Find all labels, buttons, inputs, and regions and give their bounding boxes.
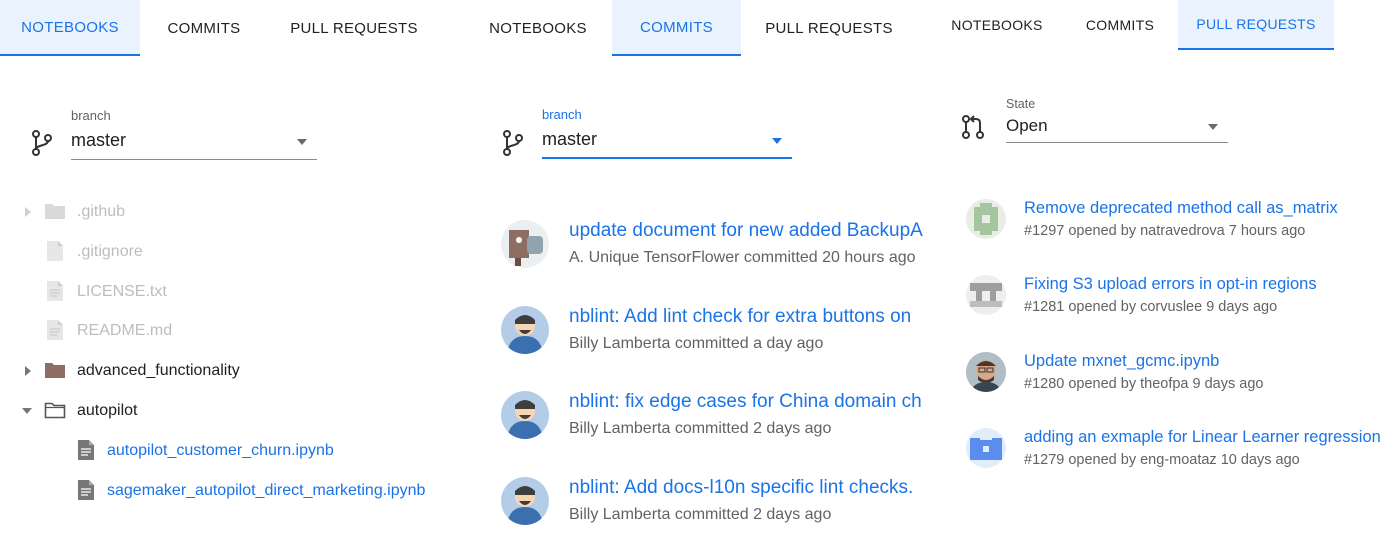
commit-title[interactable]: nblint: Add lint check for extra buttons… — [569, 306, 930, 328]
branch-select[interactable]: master — [71, 126, 317, 160]
tab-bar: NOTEBOOKS COMMITS PULL REQUESTS — [930, 0, 1400, 56]
user-avatar — [501, 391, 549, 439]
folder-open-icon — [44, 402, 66, 419]
tree-item-label: advanced_functionality — [77, 362, 240, 379]
tree-item-label: .gitignore — [77, 243, 143, 260]
branch-label: branch — [542, 107, 582, 122]
identicon-green-avatar — [966, 199, 1006, 239]
tree-item-label: sagemaker_autopilot_direct_marketing.ipy… — [107, 482, 426, 499]
branch-icon — [32, 130, 52, 156]
pull-request-item[interactable]: Remove deprecated method call as_matrix … — [930, 199, 1400, 259]
commit-item[interactable]: nblint: Add lint check for extra buttons… — [465, 306, 930, 376]
tab-pull-requests[interactable]: PULL REQUESTS — [268, 0, 440, 56]
tree-item-sagemaker-autopilot-direct-marketing[interactable]: sagemaker_autopilot_direct_marketing.ipy… — [0, 478, 465, 504]
pull-request-item[interactable]: Update mxnet_gcmc.ipynb #1280 opened by … — [930, 352, 1400, 412]
tree-item-label: .github — [77, 203, 126, 220]
chevron-down-icon[interactable] — [22, 408, 32, 414]
pr-meta: #1280 opened by theofpa 9 days ago — [1024, 376, 1264, 392]
tree-item-gitignore[interactable]: .gitignore — [0, 239, 465, 265]
commits-panel: NOTEBOOKS COMMITS PULL REQUESTS branch m… — [465, 0, 930, 548]
tree-item-advanced-functionality[interactable]: advanced_functionality — [0, 358, 465, 384]
tree-item-autopilot[interactable]: autopilot — [0, 398, 465, 424]
tab-commits[interactable]: COMMITS — [612, 0, 741, 56]
state-value: Open — [1006, 116, 1048, 135]
commit-item[interactable]: nblint: fix edge cases for China domain … — [465, 391, 930, 461]
branch-value: master — [71, 130, 127, 150]
chevron-down-icon — [1208, 124, 1218, 130]
tab-bar: NOTEBOOKS COMMITS PULL REQUESTS — [465, 0, 930, 56]
state-label: State — [1006, 97, 1036, 111]
file-icon — [47, 281, 63, 301]
commit-meta: Billy Lamberta committed 2 days ago — [569, 420, 832, 437]
folder-icon — [45, 363, 65, 378]
commit-title[interactable]: nblint: Add docs-l10n specific lint chec… — [569, 477, 930, 499]
branch-icon — [503, 130, 523, 156]
file-icon — [47, 241, 63, 261]
pull-request-item[interactable]: Fixing S3 upload errors in opt-in region… — [930, 275, 1400, 335]
tree-item-label: LICENSE.txt — [77, 283, 167, 300]
tree-item-readme[interactable]: README.md — [0, 318, 465, 344]
tab-notebooks[interactable]: NOTEBOOKS — [940, 0, 1054, 50]
pr-meta: #1281 opened by corvuslee 9 days ago — [1024, 299, 1278, 315]
tree-item-license[interactable]: LICENSE.txt — [0, 279, 465, 305]
commit-meta: A. Unique TensorFlower committed 20 hour… — [569, 249, 916, 266]
tab-commits[interactable]: COMMITS — [140, 0, 268, 56]
tree-item-label: README.md — [77, 322, 173, 339]
identicon-blue-avatar — [966, 428, 1006, 468]
pull-requests-panel: NOTEBOOKS COMMITS PULL REQUESTS State Op… — [930, 0, 1400, 548]
notebook-icon — [78, 440, 94, 460]
identicon-gray-avatar — [966, 275, 1006, 315]
state-select[interactable]: Open — [1006, 113, 1228, 143]
branch-label: branch — [71, 108, 111, 123]
tree-item-label: autopilot — [77, 402, 138, 419]
notebook-icon — [78, 480, 94, 500]
tab-pull-requests[interactable]: PULL REQUESTS — [749, 0, 909, 56]
tree-item-autopilot-customer-churn[interactable]: autopilot_customer_churn.ipynb — [0, 438, 465, 464]
folder-icon — [45, 204, 65, 219]
pull-request-item[interactable]: adding an exmaple for Linear Learner reg… — [930, 428, 1400, 488]
chevron-down-icon — [297, 139, 307, 145]
tree-item-github[interactable]: .github — [0, 199, 465, 225]
tab-notebooks[interactable]: NOTEBOOKS — [479, 0, 597, 56]
tree-item-label: autopilot_customer_churn.ipynb — [107, 442, 334, 459]
tab-pull-requests[interactable]: PULL REQUESTS — [1178, 0, 1334, 50]
pr-title[interactable]: Update mxnet_gcmc.ipynb — [1024, 352, 1219, 371]
notebooks-panel: NOTEBOOKS COMMITS PULL REQUESTS branch m… — [0, 0, 465, 548]
photo-avatar — [966, 352, 1006, 392]
commit-title[interactable]: update document for new added BackupA — [569, 220, 930, 242]
chevron-right-icon[interactable] — [25, 366, 31, 376]
chevron-right-icon[interactable] — [25, 207, 31, 217]
tensorflower-avatar — [501, 220, 549, 268]
branch-value: master — [542, 129, 598, 149]
branch-select[interactable]: master — [542, 125, 792, 159]
user-avatar — [501, 306, 549, 354]
pr-title[interactable]: Remove deprecated method call as_matrix — [1024, 199, 1338, 218]
chevron-down-icon — [772, 138, 782, 144]
tab-notebooks[interactable]: NOTEBOOKS — [0, 0, 140, 56]
pull-request-icon — [962, 115, 984, 139]
commit-meta: Billy Lamberta committed a day ago — [569, 335, 824, 352]
tab-commits[interactable]: COMMITS — [1070, 0, 1170, 50]
tab-bar: NOTEBOOKS COMMITS PULL REQUESTS — [0, 0, 465, 56]
commit-item[interactable]: update document for new added BackupA A.… — [465, 220, 930, 290]
pr-title[interactable]: Fixing S3 upload errors in opt-in region… — [1024, 275, 1317, 294]
commit-meta: Billy Lamberta committed 2 days ago — [569, 506, 832, 523]
file-icon — [47, 320, 63, 340]
pr-meta: #1279 opened by eng-moataz 10 days ago — [1024, 452, 1300, 468]
user-avatar — [501, 477, 549, 525]
pr-meta: #1297 opened by natravedrova 7 hours ago — [1024, 223, 1306, 239]
commit-item[interactable]: nblint: Add docs-l10n specific lint chec… — [465, 477, 930, 547]
commit-title[interactable]: nblint: fix edge cases for China domain … — [569, 391, 930, 413]
pr-title[interactable]: adding an exmaple for Linear Learner reg… — [1024, 428, 1381, 447]
